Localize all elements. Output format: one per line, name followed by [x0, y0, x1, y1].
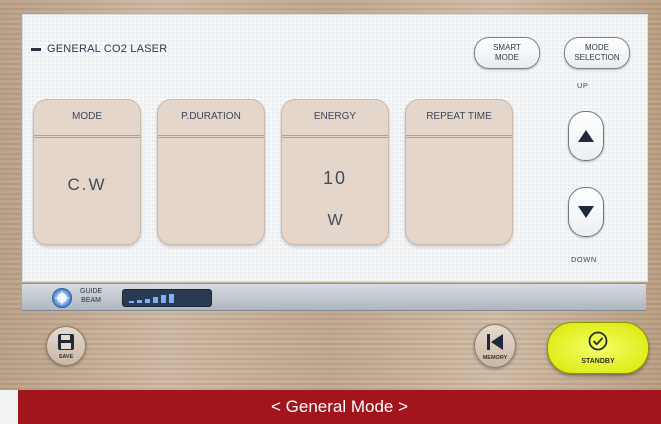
meter-bar: [129, 301, 134, 303]
down-label: DOWN: [571, 255, 597, 264]
left-edge: [0, 390, 18, 424]
mode-panel[interactable]: MODE C.W: [33, 99, 141, 245]
energy-panel-header: ENERGY: [282, 100, 388, 138]
pduration-panel[interactable]: P.DURATION: [157, 99, 265, 245]
status-strip: GUIDE BEAM: [22, 283, 646, 311]
meter-bar: [169, 294, 174, 303]
crosshair-icon[interactable]: [52, 288, 72, 308]
guide-beam-meter[interactable]: [122, 289, 212, 307]
smart-mode-line2: MODE: [495, 53, 519, 62]
up-arrow-icon: [578, 130, 594, 142]
energy-panel[interactable]: ENERGY 10 W: [281, 99, 389, 245]
meter-bar: [161, 295, 166, 303]
guide-label-line1: GUIDE: [80, 288, 103, 295]
meter-bar: [145, 299, 150, 303]
page-title: GENERAL CO2 LASER: [31, 43, 167, 55]
energy-panel-value: 10: [322, 168, 348, 188]
mode-panel-value: C.W: [67, 175, 107, 194]
mode-caption-banner: < General Mode >: [18, 390, 661, 424]
guide-beam-label: GUIDE BEAM: [80, 287, 102, 305]
down-arrow-icon: [578, 206, 594, 218]
meter-bar: [153, 297, 158, 303]
title-text: GENERAL CO2 LASER: [47, 43, 168, 55]
check-circle-icon: [588, 331, 608, 351]
up-button[interactable]: [568, 111, 604, 161]
mode-selection-button[interactable]: MODE SELECTION: [564, 37, 630, 69]
main-screen: GENERAL CO2 LASER SMART MODE MODE SELECT…: [22, 14, 648, 282]
smart-mode-line1: SMART: [493, 43, 521, 52]
down-button[interactable]: [568, 187, 604, 237]
repeat-time-panel-header: REPEAT TIME: [406, 100, 512, 138]
energy-panel-unit: W: [327, 212, 343, 229]
title-bar-icon: [31, 47, 41, 51]
crosshair-glyph-icon: [55, 291, 69, 305]
save-label: SAVE: [58, 354, 74, 360]
pduration-panel-header: P.DURATION: [158, 100, 264, 138]
skip-back-icon: [487, 334, 503, 350]
mode-selection-line2: SELECTION: [574, 53, 620, 62]
repeat-time-panel[interactable]: REPEAT TIME: [405, 99, 513, 245]
guide-label-line2: BEAM: [81, 297, 101, 304]
meter-bar: [137, 300, 142, 303]
standby-label: STANDBY: [581, 358, 615, 365]
mode-selection-line1: MODE: [585, 43, 609, 52]
up-label: UP: [577, 81, 589, 90]
floppy-disk-icon: [58, 334, 74, 350]
memory-button[interactable]: MEMORY: [474, 324, 516, 368]
standby-button[interactable]: STANDBY: [547, 322, 649, 374]
save-button[interactable]: SAVE: [46, 326, 86, 366]
smart-mode-button[interactable]: SMART MODE: [474, 37, 540, 69]
mode-panel-header: MODE: [34, 100, 140, 138]
memory-label: MEMORY: [482, 355, 508, 361]
